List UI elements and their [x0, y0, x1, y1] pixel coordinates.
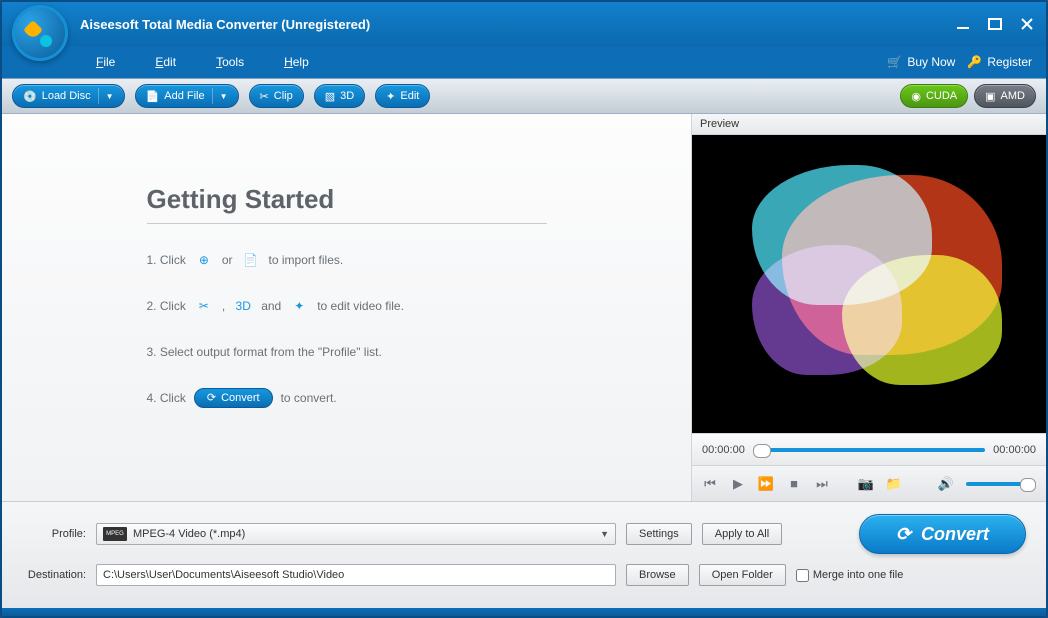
browse-button[interactable]: Browse [626, 564, 689, 586]
footer-strip [2, 608, 1046, 616]
menu-file[interactable]: File [86, 51, 125, 73]
cuda-button[interactable]: ◉ CUDA [900, 84, 968, 108]
next-icon[interactable]: ⏭ [814, 476, 830, 492]
step-4: 4. Click ⟳ Convert to convert. [147, 388, 547, 408]
sparkle-icon: ✦ [289, 296, 309, 316]
add-file-button[interactable]: 📄 Add File ▼ [135, 84, 239, 108]
file-plus-icon: 📄 [241, 250, 261, 270]
edit-button[interactable]: ✦ Edit [375, 84, 430, 108]
buy-now-link[interactable]: 🛒 Buy Now [887, 55, 955, 69]
profile-select[interactable]: MPEG MPEG-4 Video (*.mp4) ▼ [96, 523, 616, 545]
load-disc-button[interactable]: 💿 Load Disc ▼ [12, 84, 125, 108]
volume-icon[interactable]: 🔊 [938, 476, 954, 492]
time-end: 00:00:00 [993, 444, 1036, 456]
getting-started-title: Getting Started [147, 184, 547, 215]
forward-icon[interactable]: ⏩ [758, 476, 774, 492]
menu-edit[interactable]: Edit [145, 51, 186, 73]
divider [147, 223, 547, 224]
key-icon: 🔑 [967, 55, 982, 69]
mini-convert-button: ⟳ Convert [194, 388, 273, 408]
amd-icon: ▣ [985, 90, 995, 103]
snapshot-icon[interactable]: 📷 [858, 476, 874, 492]
time-bar: 00:00:00 00:00:00 [692, 433, 1046, 465]
chevron-down-icon: ▼ [106, 92, 114, 101]
nvidia-icon: ◉ [911, 90, 921, 103]
chevron-down-icon: ▼ [600, 529, 609, 539]
getting-started-panel: Getting Started 1. Click ⊕ or 📄 to impor… [2, 114, 691, 501]
scissors-icon: ✂ [260, 90, 269, 103]
volume-slider[interactable] [966, 482, 1036, 486]
convert-button[interactable]: ⟳ Convert [859, 514, 1026, 554]
cart-icon: 🛒 [887, 55, 902, 69]
disc-icon: 💿 [23, 90, 37, 103]
chevron-down-icon: ▼ [220, 92, 228, 101]
mpeg-icon: MPEG [103, 527, 127, 541]
play-icon[interactable]: ▶ [730, 476, 746, 492]
maximize-icon[interactable] [986, 15, 1004, 33]
merge-checkbox[interactable]: Merge into one file [796, 569, 904, 582]
apply-all-button[interactable]: Apply to All [702, 523, 782, 545]
destination-input[interactable]: C:\Users\User\Documents\Aiseesoft Studio… [96, 564, 616, 586]
three-d-icon: 3D [233, 296, 253, 316]
disc-plus-icon: ⊕ [194, 250, 214, 270]
window-title: Aiseesoft Total Media Converter (Unregis… [80, 17, 954, 32]
time-start: 00:00:00 [702, 444, 745, 456]
menu-tools[interactable]: Tools [206, 51, 254, 73]
toolbar: 💿 Load Disc ▼ 📄 Add File ▼ ✂ Clip ▧ 3D ✦… [2, 78, 1046, 114]
refresh-icon: ⟳ [207, 388, 216, 408]
three-d-icon: ▧ [325, 90, 335, 103]
minimize-icon[interactable] [954, 15, 972, 33]
menubar: File Edit Tools Help 🛒 Buy Now 🔑 Registe… [2, 46, 1046, 78]
open-folder-button[interactable]: Open Folder [699, 564, 786, 586]
seek-slider[interactable] [753, 448, 985, 452]
destination-label: Destination: [22, 569, 86, 581]
menu-help[interactable]: Help [274, 51, 319, 73]
refresh-icon: ⟳ [896, 524, 911, 545]
amd-button[interactable]: ▣ AMD [974, 84, 1036, 108]
prev-icon[interactable]: ⏮ [702, 476, 718, 492]
clip-button[interactable]: ✂ Clip [249, 84, 304, 108]
preview-canvas [692, 135, 1046, 433]
register-link[interactable]: 🔑 Register [967, 55, 1032, 69]
titlebar: Aiseesoft Total Media Converter (Unregis… [2, 2, 1046, 46]
bottom-panel: Profile: MPEG MPEG-4 Video (*.mp4) ▼ Set… [2, 501, 1046, 608]
app-logo [12, 5, 68, 61]
settings-button[interactable]: Settings [626, 523, 692, 545]
preview-panel: Preview 00:00:00 00:00:00 ⏮ ▶ ⏩ ■ ⏭ [691, 114, 1046, 501]
step-1: 1. Click ⊕ or 📄 to import files. [147, 250, 547, 270]
profile-label: Profile: [22, 528, 86, 540]
step-3: 3. Select output format from the "Profil… [147, 342, 547, 362]
step-2: 2. Click ✂ , 3D and ✦ to edit video file… [147, 296, 547, 316]
player-controls: ⏮ ▶ ⏩ ■ ⏭ 📷 📁 🔊 [692, 465, 1046, 501]
scissors-icon: ✂ [194, 296, 214, 316]
three-d-button[interactable]: ▧ 3D [314, 84, 365, 108]
add-file-icon: 📄 [146, 90, 160, 103]
folder-icon[interactable]: 📁 [886, 476, 902, 492]
stop-icon[interactable]: ■ [786, 476, 802, 492]
preview-label: Preview [692, 114, 1046, 135]
sparkle-icon: ✦ [386, 90, 395, 103]
close-icon[interactable] [1018, 15, 1036, 33]
